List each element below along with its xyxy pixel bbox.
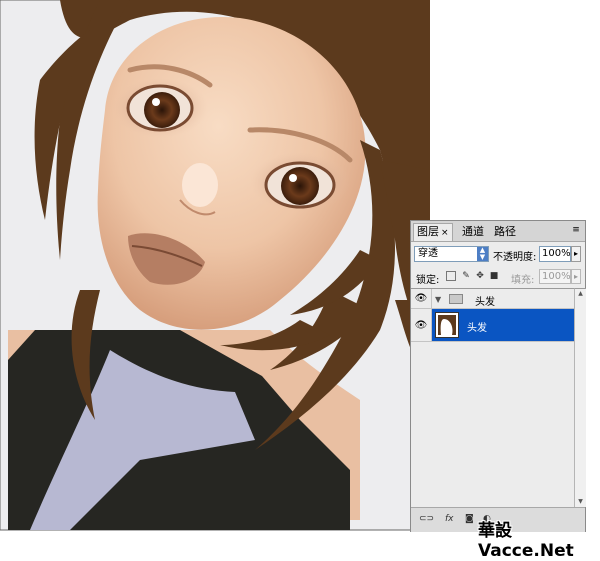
layer-group-row[interactable]: 👁 ▼ 头发	[411, 289, 574, 309]
blend-mode-value: 穿透	[418, 248, 438, 259]
lock-fill-row: 锁定: ✎ ✥ ■ 填充: 100% ▸	[411, 267, 585, 287]
scroll-down-arrow-icon[interactable]: ▼	[575, 497, 586, 507]
tab-paths[interactable]: 路径	[491, 224, 519, 240]
layer-name: 头发	[467, 323, 487, 334]
lock-move-icon[interactable]: ✥	[475, 271, 485, 281]
tab-channels-label: 通道	[462, 225, 484, 238]
layers-scrollbar[interactable]: ▲ ▼	[574, 288, 586, 507]
blend-mode-select[interactable]: 穿透 ▲ ▼	[414, 246, 489, 262]
opacity-slider-arrow-icon[interactable]: ▸	[571, 246, 581, 262]
visibility-eye-icon[interactable]: 👁	[411, 289, 432, 308]
blend-opacity-row: 穿透 ▲ ▼ 不透明度: 100% ▸	[411, 244, 585, 266]
lock-label: 锁定:	[416, 275, 440, 286]
layer-thumbnail	[435, 312, 459, 338]
tab-paths-label: 路径	[494, 225, 516, 238]
tab-layers-label: 图层	[417, 225, 439, 238]
layer-style-fx-icon[interactable]: fx	[445, 514, 454, 524]
add-mask-icon[interactable]: ◙	[465, 514, 474, 524]
fill-slider-arrow-icon[interactable]: ▸	[571, 269, 581, 284]
scroll-up-arrow-icon[interactable]: ▲	[575, 289, 586, 299]
tab-layers[interactable]: 图层 ×	[413, 223, 453, 241]
fill-label: 填充:	[511, 275, 535, 286]
tab-close-icon[interactable]: ×	[441, 228, 449, 238]
lock-brush-icon[interactable]: ✎	[461, 271, 471, 281]
watermark-logo: 華設Vacce.Net	[478, 521, 574, 561]
group-name: 头发	[475, 297, 495, 308]
tab-channels[interactable]: 通道	[459, 224, 487, 240]
link-layers-icon[interactable]: ⊂⊃	[419, 514, 434, 524]
layers-list: 👁 ▼ 头发 👁 头发	[411, 288, 574, 507]
iris-left	[144, 92, 180, 128]
select-arrows-icon: ▲ ▼	[477, 247, 488, 261]
iris-right	[281, 167, 319, 205]
visibility-eye-icon[interactable]: 👁	[411, 309, 432, 341]
panel-tab-bar: 图层 × 通道 路径 ≡	[411, 221, 585, 242]
folder-icon	[449, 294, 463, 304]
expand-triangle-icon[interactable]: ▼	[435, 295, 441, 304]
opacity-input[interactable]: 100%	[539, 246, 571, 262]
panel-menu-icon[interactable]: ≡	[570, 224, 582, 236]
lock-all-icon[interactable]: ■	[489, 271, 499, 281]
opacity-label: 不透明度:	[493, 252, 537, 263]
lock-transparency-icon[interactable]	[446, 271, 456, 281]
nose	[182, 163, 218, 207]
fill-input[interactable]: 100%	[539, 269, 571, 284]
layer-row-selected[interactable]: 👁 头发	[411, 309, 574, 342]
layers-panel: 图层 × 通道 路径 ≡ 穿透 ▲ ▼ 不透明度: 100% ▸ 锁定: ✎ ✥ ■…	[410, 220, 586, 532]
